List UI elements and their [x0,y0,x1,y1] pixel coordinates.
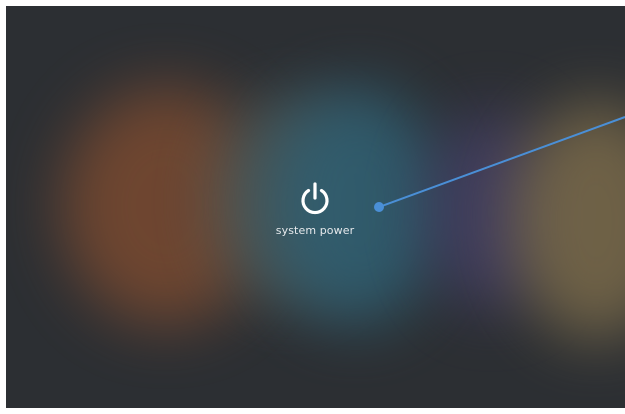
system-power-button[interactable]: system power [255,178,375,250]
power-icon[interactable] [295,178,335,218]
system-power-label: system power [275,224,355,237]
